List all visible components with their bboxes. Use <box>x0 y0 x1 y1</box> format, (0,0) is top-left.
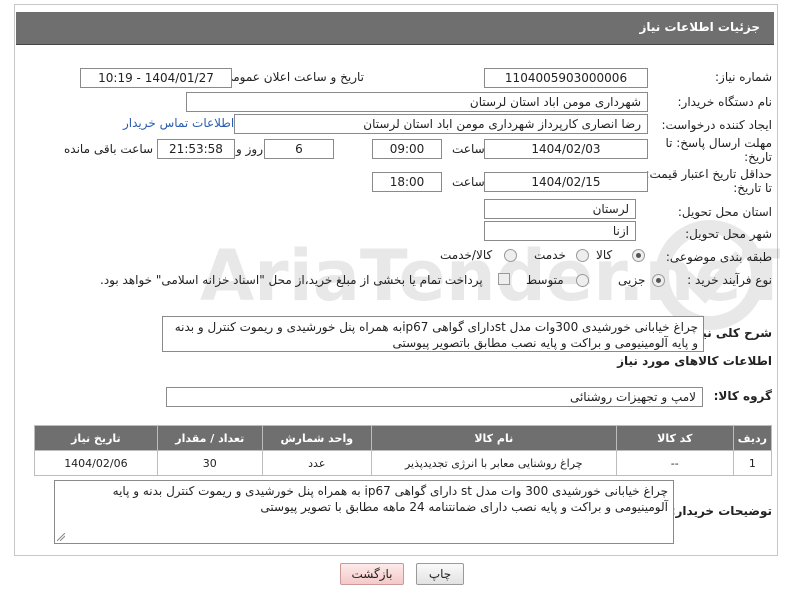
cell-item-name: چراغ روشنایی معابر با انرژی تجدیدپذیر <box>370 450 617 476</box>
goods-group-field: لامپ و تجهیزات روشنائی <box>166 387 703 407</box>
col-row-number: ردیف <box>732 425 773 451</box>
buyer-org-label: نام دستگاه خریدار: <box>677 95 773 109</box>
goods-group-label: گروه کالا: <box>713 389 772 403</box>
col-unit: واحد شمارش <box>261 425 372 451</box>
buyer-notes-label: توضیحات خریدار: <box>670 504 772 518</box>
need-number-field: 1104005903000006 <box>484 68 648 88</box>
validity-time-word: ساعت <box>452 175 485 189</box>
back-button[interactable]: بازگشت <box>340 563 404 585</box>
validity-date-field: 1404/02/15 <box>484 172 648 192</box>
cell-quantity: 30 <box>156 450 263 476</box>
panel-header: جزئیات اطلاعات نیاز <box>16 12 774 45</box>
treasury-payment-note: پرداخت تمام یا بخشی از مبلغ خرید،از محل … <box>100 273 483 287</box>
days-word: روز و <box>236 142 263 156</box>
process-radio-medium[interactable] <box>576 274 589 287</box>
cell-item-code: -- <box>615 450 734 476</box>
process-label: نوع فرآیند خرید : <box>687 273 772 287</box>
process-radio-minor[interactable] <box>652 274 665 287</box>
category-radio-goods-service[interactable] <box>504 249 517 262</box>
deadline-time-field: 09:00 <box>372 139 442 159</box>
validity-time-field: 18:00 <box>372 172 442 192</box>
city-label: شهر محل تحویل: <box>685 227 772 241</box>
col-item-code: کد کالا <box>615 425 734 451</box>
table-row: 1 -- چراغ روشنایی معابر با انرژی تجدیدپذ… <box>34 450 773 476</box>
buyer-notes-field: چراغ خیابانی خورشیدی 300 وات مدل st دارا… <box>54 480 674 544</box>
validity-label-1: حداقل تاریخ اعتبار قیمت: <box>645 167 772 181</box>
description-field: چراغ خیابانی خورشیدی 300وات مدل stدارای … <box>162 316 704 352</box>
validity-label-2: تا تاریخ: <box>733 181 772 195</box>
col-quantity: تعداد / مقدار <box>156 425 263 451</box>
panel-title: جزئیات اطلاعات نیاز <box>639 20 760 34</box>
contact-info-link[interactable]: اطلاعات تماس خریدار <box>123 116 234 130</box>
creator-field: رضا انصاری کارپرداز شهرداری مومن اباد اس… <box>234 114 648 134</box>
cell-unit: عدد <box>261 450 372 476</box>
announce-label: تاریخ و ساعت اعلان عمومی: <box>219 70 364 84</box>
cell-need-date: 1404/02/06 <box>34 450 158 476</box>
deadline-label-1: مهلت ارسال پاسخ: تا <box>665 136 772 150</box>
col-item-name: نام کالا <box>370 425 617 451</box>
buyer-org-field: شهرداری مومن اباد استان لرستان <box>186 92 648 112</box>
print-button[interactable]: چاپ <box>416 563 464 585</box>
category-option-goods-service: کالا/خدمت <box>440 248 493 262</box>
category-radio-goods[interactable] <box>632 249 645 262</box>
goods-info-title: اطلاعات کالاهای مورد نیاز <box>617 354 772 368</box>
remaining-word: ساعت باقی مانده <box>64 142 154 156</box>
announce-field: 1404/01/27 - 10:19 <box>80 68 232 88</box>
category-label: طبقه بندی موضوعی: <box>665 250 772 264</box>
deadline-time-word: ساعت <box>452 142 485 156</box>
province-label: استان محل تحویل: <box>677 205 772 219</box>
deadline-label-2: تاریخ: <box>744 150 772 164</box>
need-number-label: شماره نیاز: <box>715 70 772 84</box>
col-need-date: تاریخ نیاز <box>34 425 158 451</box>
resize-grip-icon[interactable] <box>57 533 65 541</box>
process-option-medium: متوسط <box>526 273 564 287</box>
province-field: لرستان <box>484 199 636 219</box>
cell-row-number: 1 <box>732 450 773 476</box>
creator-label: ایجاد کننده درخواست: <box>661 118 772 132</box>
days-remaining-field: 6 <box>264 139 334 159</box>
items-table-header: ردیف کد کالا نام کالا واحد شمارش تعداد /… <box>34 425 773 451</box>
category-radio-service[interactable] <box>576 249 589 262</box>
category-option-service: خدمت <box>534 248 566 262</box>
remaining-time-field: 21:53:58 <box>157 139 235 159</box>
treasury-payment-checkbox[interactable] <box>498 273 510 285</box>
process-option-minor: جزیی <box>618 273 646 287</box>
items-table: ردیف کد کالا نام کالا واحد شمارش تعداد /… <box>34 425 773 476</box>
deadline-date-field: 1404/02/03 <box>484 139 648 159</box>
city-field: ازنا <box>484 221 636 241</box>
category-option-goods: کالا <box>596 248 613 262</box>
